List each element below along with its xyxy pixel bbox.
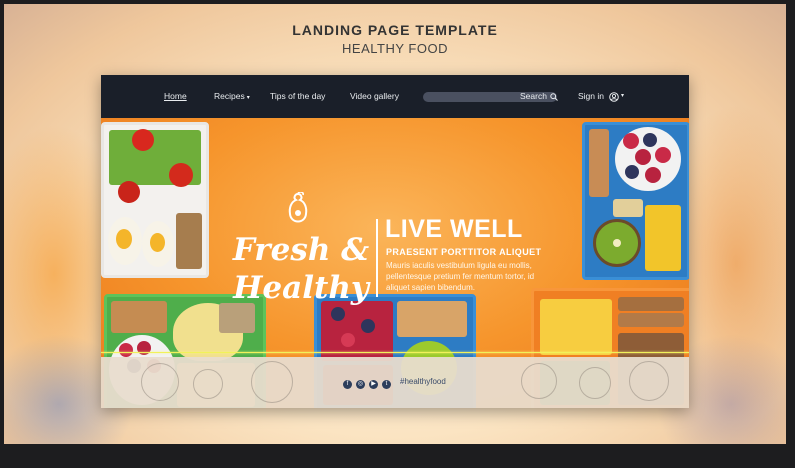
pear-icon [288, 192, 308, 223]
nav-item-video-gallery[interactable]: Video gallery [350, 75, 399, 118]
search-label[interactable]: Search [520, 75, 547, 118]
nav-item-tips[interactable]: Tips of the day [270, 75, 325, 118]
preview-stage: LANDING PAGE TEMPLATE HEALTHY FOOD Fresh… [4, 4, 786, 444]
berries-food-box [582, 122, 689, 280]
signin-link[interactable]: Sign in [578, 75, 604, 118]
nav-item-label: Tips of the day [270, 91, 326, 101]
hashtag-link[interactable]: #healthyfood [400, 377, 446, 386]
search-icon[interactable] [550, 93, 558, 101]
salad-food-box [101, 122, 209, 278]
food-doodle [521, 363, 557, 399]
page-title: LANDING PAGE TEMPLATE [292, 22, 498, 38]
landing-page-mockup: Fresh & Healthy LIVE WELL PRAESENT PORTT… [101, 75, 689, 408]
hero-subheadline: PRAESENT PORTTITOR ALIQUET [386, 247, 542, 257]
food-doodle [579, 367, 611, 399]
nav-item-home[interactable]: Home [164, 75, 187, 118]
food-doodle [193, 369, 223, 399]
nav-item-recipes[interactable]: Recipes ▾ [214, 75, 250, 120]
chevron-down-icon[interactable]: ▾ [621, 75, 624, 118]
highlight-line [101, 352, 689, 353]
chevron-down-icon: ▾ [246, 95, 250, 101]
brand-line2: Healthy [233, 270, 369, 306]
hero-headline: LIVE WELL [385, 215, 523, 243]
user-icon[interactable] [609, 92, 619, 102]
footer-band [101, 357, 689, 408]
food-doodle [251, 361, 293, 403]
food-doodle [629, 361, 669, 401]
hero-body-text: Mauris iaculis vestibulum ligula eu moll… [386, 261, 535, 292]
brand-logo: Fresh & Healthy [231, 192, 371, 322]
instagram-icon[interactable]: ◎ [356, 380, 365, 389]
nav-bar: Home Recipes ▾ Tips of the day Video gall… [101, 75, 689, 118]
nav-item-label: Home [164, 91, 187, 101]
nav-item-label: Video gallery [350, 91, 399, 101]
twitter-icon[interactable]: t [382, 380, 391, 389]
page-subtitle: HEALTHY FOOD [342, 41, 448, 56]
facebook-icon[interactable]: f [343, 380, 352, 389]
hero-divider [376, 219, 378, 297]
nav-item-label: Recipes [214, 91, 245, 101]
food-doodle [141, 363, 179, 401]
youtube-icon[interactable]: ▶ [369, 380, 378, 389]
brand-line1: Fresh & [232, 232, 370, 268]
